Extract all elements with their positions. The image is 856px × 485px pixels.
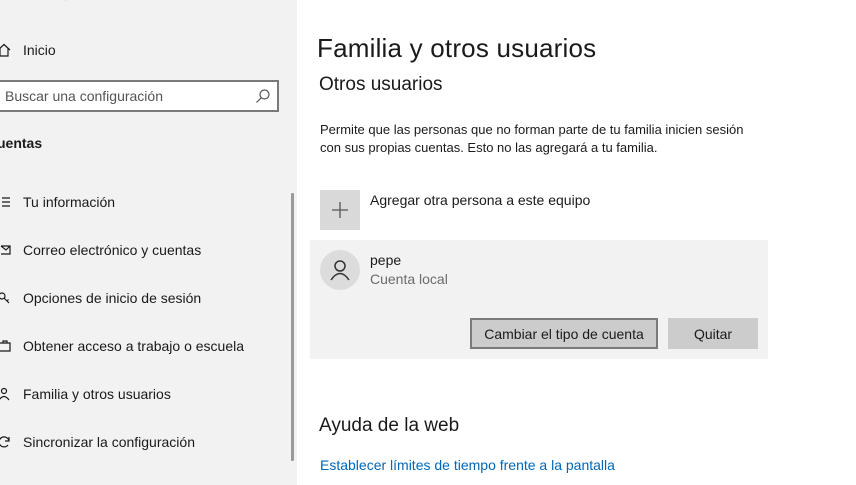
section-heading: uentas (0, 135, 43, 151)
user-card[interactable]: pepe Cuenta local Cambiar el tipo de cue… (310, 240, 768, 359)
person-card-icon (0, 194, 12, 210)
nav-item-label: Tu información (23, 194, 116, 210)
mail-icon (0, 242, 12, 258)
nav-item-label: Obtener acceso a trabajo o escuela (23, 338, 245, 354)
search-icon[interactable] (255, 88, 271, 104)
user-account-type: Cuenta local (370, 271, 448, 287)
sidebar-top-fragment (65, 0, 67, 1)
user-name: pepe (370, 252, 402, 268)
home-icon (0, 42, 12, 58)
nav-item-family[interactable]: Familia y otros usuarios (0, 376, 297, 412)
nav-item-label: Familia y otros usuarios (23, 386, 171, 402)
sync-icon (0, 434, 12, 450)
sidebar: Inicio uentas Tu información Correo elec… (0, 0, 297, 485)
add-person-tile[interactable] (320, 190, 360, 230)
nav-item-label: Opciones de inicio de sesión (23, 290, 202, 306)
nav-item-email[interactable]: Correo electrónico y cuentas (0, 232, 297, 268)
search-input[interactable] (0, 88, 250, 104)
briefcase-icon (0, 338, 12, 354)
nav-item-your-info[interactable]: Tu información (0, 184, 297, 220)
change-account-type-button[interactable]: Cambiar el tipo de cuenta (470, 318, 658, 349)
page-title: Familia y otros usuarios (317, 33, 597, 63)
nav-item-label: Correo electrónico y cuentas (23, 242, 202, 258)
nav-item-work-access[interactable]: Obtener acceso a trabajo o escuela (0, 328, 297, 364)
avatar (320, 250, 360, 290)
nav-home[interactable]: Inicio (0, 32, 297, 68)
nav-item-label: Sincronizar la configuración (23, 434, 195, 450)
user-icon (330, 260, 350, 281)
remove-user-button[interactable]: Quitar (668, 318, 758, 349)
section-title-other-users: Otros usuarios (319, 74, 443, 95)
nav-item-sync[interactable]: Sincronizar la configuración (0, 424, 297, 460)
key-icon (0, 290, 12, 306)
help-link-screen-time[interactable]: Establecer límites de tiempo frente a la… (320, 457, 615, 473)
add-person-label: Agregar otra persona a este equipo (370, 192, 591, 208)
main-content: Familia y otros usuarios Otros usuarios … (297, 0, 856, 485)
plus-icon (332, 202, 348, 218)
sidebar-scrollbar[interactable] (291, 193, 294, 461)
other-users-description: Permite que las personas que no forman p… (320, 122, 744, 155)
add-person-button[interactable]: Agregar otra persona a este equipo (320, 190, 590, 230)
people-icon (0, 386, 12, 402)
nav-home-label: Inicio (23, 42, 56, 58)
nav-item-signin-options[interactable]: Opciones de inicio de sesión (0, 280, 297, 316)
help-section-title: Ayuda de la web (319, 415, 460, 436)
search-box[interactable] (0, 80, 279, 112)
